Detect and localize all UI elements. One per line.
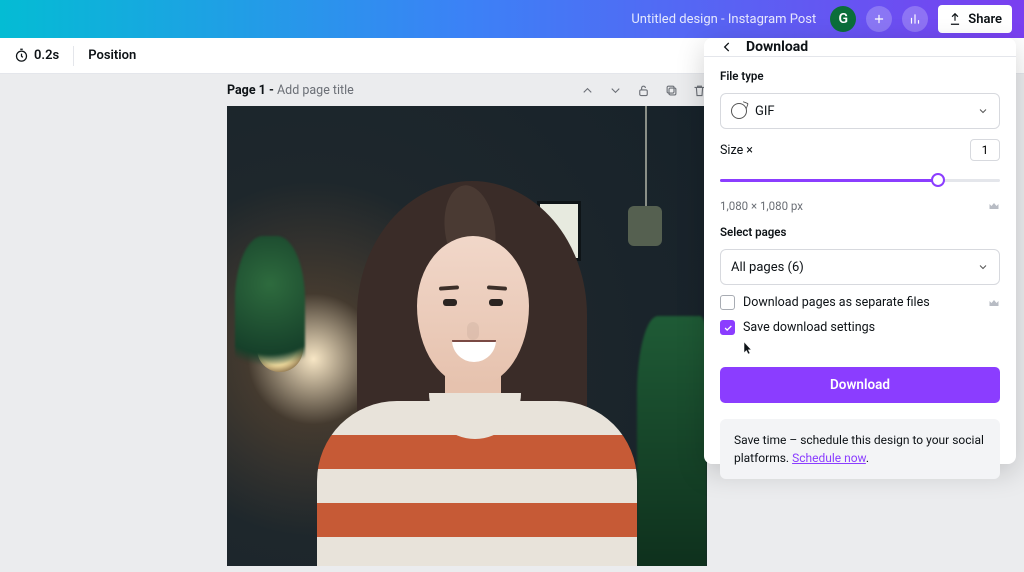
separate-files-checkbox[interactable] xyxy=(720,295,735,310)
page-title[interactable]: Page 1 - Add page title xyxy=(227,83,354,98)
position-button[interactable]: Position xyxy=(88,48,136,63)
user-avatar[interactable]: G xyxy=(830,6,856,32)
app-top-bar: Untitled design - Instagram Post G Share xyxy=(0,0,1024,38)
download-panel: Download File type GIF Size × 1,080 × 1,… xyxy=(704,38,1016,464)
crown-icon xyxy=(988,200,1000,212)
photo-hanger xyxy=(645,106,647,216)
chevron-up-icon xyxy=(580,83,595,98)
collapse-up-button[interactable] xyxy=(579,82,595,98)
slider-thumb[interactable] xyxy=(931,173,945,187)
analytics-button[interactable] xyxy=(902,6,928,32)
chevron-down-icon xyxy=(977,261,989,273)
filetype-label: File type xyxy=(720,69,1000,83)
photo-person xyxy=(317,171,637,566)
expand-down-button[interactable] xyxy=(607,82,623,98)
filetype-value: GIF xyxy=(755,104,775,119)
add-member-button[interactable] xyxy=(866,6,892,32)
design-page[interactable] xyxy=(227,106,707,566)
photo-plant-right xyxy=(637,316,707,566)
save-settings-checkbox[interactable] xyxy=(720,320,735,335)
photo-plant-left xyxy=(235,236,305,396)
select-pages-label: Select pages xyxy=(720,225,1000,239)
size-input[interactable] xyxy=(970,139,1000,161)
save-settings-label: Save download settings xyxy=(743,320,875,335)
select-pages-value: All pages (6) xyxy=(731,260,804,275)
size-slider[interactable] xyxy=(720,171,1000,189)
schedule-tip: Save time – schedule this design to your… xyxy=(720,419,1000,479)
size-label: Size × xyxy=(720,143,753,158)
share-button[interactable]: Share xyxy=(938,5,1012,33)
duration-control[interactable]: 0.2s xyxy=(14,48,59,63)
pointer-cursor-icon xyxy=(740,341,754,355)
download-panel-header: Download xyxy=(704,38,1016,57)
download-button[interactable]: Download xyxy=(720,367,1000,403)
back-button[interactable] xyxy=(718,38,736,56)
crown-icon xyxy=(988,297,1000,309)
separator xyxy=(73,46,74,66)
separate-files-row: Download pages as separate files xyxy=(720,295,1000,310)
gif-icon xyxy=(731,103,747,119)
copy-icon xyxy=(664,83,679,98)
chevron-down-icon xyxy=(608,83,623,98)
schedule-now-link[interactable]: Schedule now xyxy=(792,451,866,465)
download-panel-title: Download xyxy=(746,39,808,55)
clock-icon xyxy=(14,48,29,63)
plus-icon xyxy=(872,12,886,26)
dimensions-text: 1,080 × 1,080 px xyxy=(720,199,803,213)
document-title[interactable]: Untitled design - Instagram Post xyxy=(631,12,816,27)
duplicate-button[interactable] xyxy=(663,82,679,98)
save-settings-row: Save download settings xyxy=(720,320,1000,335)
check-icon xyxy=(723,323,733,333)
upload-icon xyxy=(948,12,962,26)
lock-button[interactable] xyxy=(635,82,651,98)
separate-files-label: Download pages as separate files xyxy=(743,295,930,310)
page-actions xyxy=(579,82,707,98)
filetype-select[interactable]: GIF xyxy=(720,93,1000,129)
chevron-left-icon xyxy=(720,40,734,54)
chevron-down-icon xyxy=(977,105,989,117)
select-pages-dropdown[interactable]: All pages (6) xyxy=(720,249,1000,285)
page-header: Page 1 - Add page title xyxy=(227,74,707,106)
unlock-icon xyxy=(636,83,651,98)
bar-chart-icon xyxy=(908,12,922,26)
